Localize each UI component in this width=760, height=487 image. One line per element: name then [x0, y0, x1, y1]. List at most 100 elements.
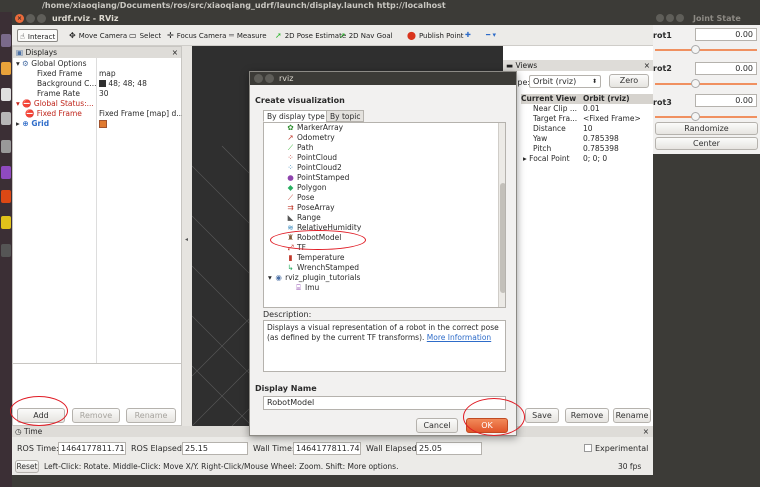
measure-tool[interactable]: ═ Measure: [229, 29, 267, 42]
rename-display-button[interactable]: Rename: [126, 408, 176, 423]
view-row[interactable]: Pitch 0.785398: [533, 144, 653, 154]
launcher-app-icon[interactable]: [1, 216, 11, 229]
wall-time-field[interactable]: 1464177811.74: [293, 442, 361, 455]
joint-slider[interactable]: [655, 116, 757, 118]
more-information-link[interactable]: More Information: [427, 333, 491, 342]
close-icon[interactable]: [254, 74, 263, 83]
measure-label: Measure: [236, 32, 267, 40]
checkbox-checked[interactable]: [99, 120, 107, 128]
select-tool[interactable]: ▭ Select: [129, 29, 161, 42]
launcher-app-icon[interactable]: [1, 112, 11, 125]
tree-row-fixed-frame-status[interactable]: ⛔ Fixed Frame Fixed Frame [map] d...: [13, 109, 183, 119]
display-type-item[interactable]: ↳ WrenchStamped: [286, 263, 359, 273]
view-row[interactable]: Yaw 0.785398: [533, 134, 653, 144]
tree-row-grid[interactable]: ▸ ⊕ Grid: [13, 119, 181, 129]
minimize-icon[interactable]: [26, 14, 35, 23]
joint-slider[interactable]: [655, 83, 757, 85]
remove-display-button[interactable]: Remove: [72, 408, 120, 423]
remove-tool-button[interactable]: ━ ▾: [486, 29, 496, 42]
splitter[interactable]: ◂: [182, 46, 192, 426]
focus-camera-tool[interactable]: ✛ Focus Camera: [167, 29, 226, 42]
close-icon[interactable]: ×: [643, 426, 649, 437]
view-row[interactable]: Distance 10: [533, 124, 653, 134]
close-icon[interactable]: ×: [172, 47, 178, 58]
wall-elapsed-field[interactable]: 25.05: [416, 442, 482, 455]
views-header: ▬ Views ×: [503, 60, 653, 71]
zero-button[interactable]: Zero: [609, 74, 649, 88]
launcher-app-icon[interactable]: [1, 140, 11, 153]
joint-slider[interactable]: [655, 49, 757, 51]
display-type-item[interactable]: ↗ Odometry: [286, 133, 334, 143]
maximize-icon[interactable]: [676, 14, 684, 22]
launcher-app-icon[interactable]: [1, 166, 11, 179]
display-type-item[interactable]: ▾ ◉ rviz_plugin_tutorials: [268, 273, 360, 283]
display-type-item[interactable]: ⌸ Imu: [294, 283, 319, 293]
display-type-item[interactable]: ⇉ PoseArray: [286, 203, 334, 213]
maximize-icon[interactable]: [37, 14, 46, 23]
joint-value-input[interactable]: 0.00: [695, 94, 757, 107]
launcher: [0, 12, 12, 487]
tree-row-global-status[interactable]: ▾ ⛔ Global Status:...: [13, 99, 181, 109]
tree-row-background-color[interactable]: Background C... 48; 48; 48: [13, 79, 181, 89]
tree-row-fixed-frame[interactable]: Fixed Frame map: [13, 69, 181, 79]
launcher-app-icon[interactable]: [1, 190, 11, 203]
remove-view-button[interactable]: Remove: [565, 408, 609, 423]
tab-by-display-type[interactable]: By display type: [263, 110, 329, 122]
view-row[interactable]: Target Fra... <Fixed Frame>: [533, 114, 653, 124]
select-label: Select: [139, 32, 162, 40]
display-type-item[interactable]: ● PointStamped: [286, 173, 349, 183]
display-type-item[interactable]: ◆ Polygon: [286, 183, 327, 193]
randomize-button[interactable]: Randomize: [655, 122, 758, 135]
joint-slider-handle[interactable]: [691, 45, 700, 54]
tree-row-global-options[interactable]: ▾ ⚙ Global Options: [13, 59, 181, 69]
display-type-item[interactable]: ⁘ PointCloud2: [286, 163, 341, 173]
cancel-button[interactable]: Cancel: [416, 418, 458, 433]
close-icon[interactable]: ×: [15, 14, 24, 23]
ros-elapsed-field[interactable]: 25.15: [182, 442, 248, 455]
tree-label: Global Status:...: [33, 99, 94, 108]
view-key: Near Clip ...: [533, 104, 577, 113]
interact-label: Interact: [27, 33, 56, 41]
view-type-select[interactable]: Orbit (rviz) ⬍: [529, 75, 601, 88]
scrollbar[interactable]: [498, 123, 505, 307]
joint-slider-handle[interactable]: [691, 79, 700, 88]
joint-slider-handle[interactable]: [691, 112, 700, 121]
display-type-item[interactable]: ◣ Range: [286, 213, 321, 223]
center-button[interactable]: Center: [655, 137, 758, 150]
view-row[interactable]: Near Clip ... 0.01: [533, 104, 653, 114]
display-type-item[interactable]: ⁘ PointCloud: [286, 153, 337, 163]
rename-view-button[interactable]: Rename: [613, 408, 651, 423]
maximize-icon[interactable]: [265, 74, 274, 83]
display-type-item[interactable]: ⟋ Path: [286, 143, 314, 153]
move-camera-tool[interactable]: ✥ Move Camera: [69, 29, 127, 42]
ruler-icon: ═: [229, 31, 234, 40]
joint-value-input[interactable]: 0.00: [695, 28, 757, 41]
launcher-app-icon[interactable]: [1, 244, 11, 257]
scrollbar-thumb[interactable]: [500, 183, 505, 293]
save-view-button[interactable]: Save: [525, 408, 559, 423]
view-row[interactable]: ▸ Focal Point 0; 0; 0: [523, 154, 653, 164]
interact-tool[interactable]: ☝ Interact: [17, 29, 59, 42]
ros-time-field[interactable]: 1464177811.71: [58, 442, 126, 455]
publish-point-tool[interactable]: ⬤ Publish Point: [407, 29, 464, 42]
experimental-checkbox[interactable]: [584, 444, 592, 452]
tab-by-topic[interactable]: By topic: [326, 110, 365, 122]
joint-value-input[interactable]: 0.00: [695, 62, 757, 75]
annotation-circle: [270, 230, 366, 250]
view-type-value: Orbit (rviz): [533, 77, 577, 86]
pose-estimate-tool[interactable]: ➚ 2D Pose Estimate: [275, 29, 346, 42]
launcher-app-icon[interactable]: [1, 88, 11, 101]
reset-button[interactable]: Reset: [15, 460, 39, 473]
close-icon[interactable]: ×: [644, 60, 650, 71]
launcher-app-icon[interactable]: [1, 34, 11, 47]
launcher-app-icon[interactable]: [1, 62, 11, 75]
tree-row-frame-rate[interactable]: Frame Rate 30: [13, 89, 181, 99]
close-icon[interactable]: [656, 14, 664, 22]
nav-goal-tool[interactable]: ➚ 2D Nav Goal: [339, 29, 393, 42]
minimize-icon[interactable]: [666, 14, 674, 22]
display-type-item[interactable]: ✿ MarkerArray: [286, 123, 343, 133]
display-type-item[interactable]: ▮ Temperature: [286, 253, 344, 263]
dialog-titlebar: rviz: [250, 72, 516, 85]
display-type-item[interactable]: ⟋ Pose: [286, 193, 315, 203]
add-tool-button[interactable]: ✚: [465, 29, 471, 42]
